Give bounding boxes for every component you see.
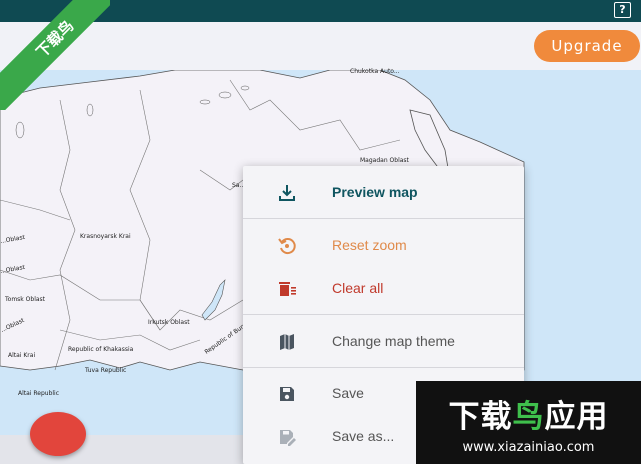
save-as-icon — [280, 430, 296, 446]
menu-item-label: Clear all — [332, 280, 384, 296]
menu-item-label: Save — [332, 385, 364, 401]
map-label: Magadan Oblast — [360, 157, 409, 164]
menu-item-clear-all[interactable]: Clear all — [243, 269, 524, 309]
watermark-title-accent: 鸟 — [512, 399, 545, 435]
download-icon — [279, 185, 295, 201]
menu-item-label: Reset zoom — [332, 237, 407, 253]
reset-zoom-icon — [278, 238, 296, 255]
menu-item-label: Change map theme — [332, 333, 455, 349]
save-icon — [280, 387, 294, 401]
map-label: Altai Republic — [18, 390, 60, 397]
menu-item-label: Preview map — [332, 184, 418, 200]
watermark-title-part: 下载 — [448, 399, 513, 435]
menu-divider — [243, 367, 524, 368]
map-label: Tomsk Oblast — [5, 296, 46, 303]
menu-item-label: Save as... — [332, 428, 395, 444]
menu-item-preview-map[interactable]: Preview map — [243, 173, 524, 213]
menu-divider — [243, 218, 524, 219]
map-label: Altai Krai — [8, 352, 36, 359]
map-label: Krasnoyarsk Krai — [80, 233, 131, 240]
clear-all-icon — [279, 282, 296, 296]
watermark-title: 下载鸟应用 — [416, 391, 641, 436]
watermark-badge: 下载鸟 — [0, 0, 110, 110]
watermark-title-part: 应用 — [544, 399, 609, 435]
fab-button[interactable] — [30, 412, 86, 456]
upgrade-button[interactable]: Upgrade — [534, 30, 640, 62]
watermark-badge-text: 下载鸟 — [0, 0, 110, 110]
map-label: Irkutsk Oblast — [148, 319, 190, 326]
help-icon[interactable]: ? — [614, 2, 631, 18]
map-label: Tuva Republic — [85, 367, 127, 374]
map-icon — [280, 334, 294, 350]
watermark-banner: 下载鸟应用 www.xiazainiao.com — [416, 381, 641, 464]
menu-item-reset-zoom[interactable]: Reset zoom — [243, 226, 524, 266]
map-label: Republic of Khakassia — [68, 346, 134, 353]
menu-item-change-map-theme[interactable]: Change map theme — [243, 322, 524, 362]
menu-divider — [243, 314, 524, 315]
map-label: Chukotka Auto... — [350, 68, 400, 75]
watermark-url: www.xiazainiao.com — [462, 440, 595, 455]
